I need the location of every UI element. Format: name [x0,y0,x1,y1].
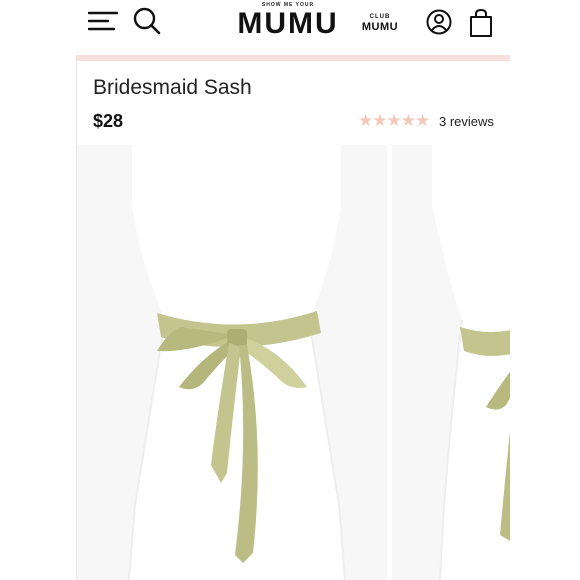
product-image-carousel[interactable] [77,145,510,580]
hamburger-menu-icon[interactable] [88,10,118,32]
product-title: Bridesmaid Sash [93,76,252,99]
site-logo[interactable]: SHOW ME YOUR MUMU [236,2,340,39]
sash-photo-next [432,145,510,580]
reviews-link[interactable]: 3 reviews [439,114,494,129]
account-icon[interactable] [426,9,452,35]
product-image-next[interactable] [392,145,510,580]
sash-photo [128,145,346,580]
product-price: $28 [93,111,124,131]
header-divider [76,55,510,61]
logo-wordmark: MUMU [237,7,339,40]
club-mumu-link[interactable]: CLUB MUMU [360,13,400,33]
shopping-bag-icon[interactable] [469,8,493,38]
site-header: SHOW ME YOUR MUMU CLUB MUMU [0,0,580,50]
club-label-top: CLUB [369,14,391,20]
club-label-bottom: MUMU [361,21,399,33]
product-image-main[interactable] [77,145,387,580]
search-icon[interactable] [132,6,162,36]
rating-stars[interactable]: ★★★★★ [358,112,430,130]
